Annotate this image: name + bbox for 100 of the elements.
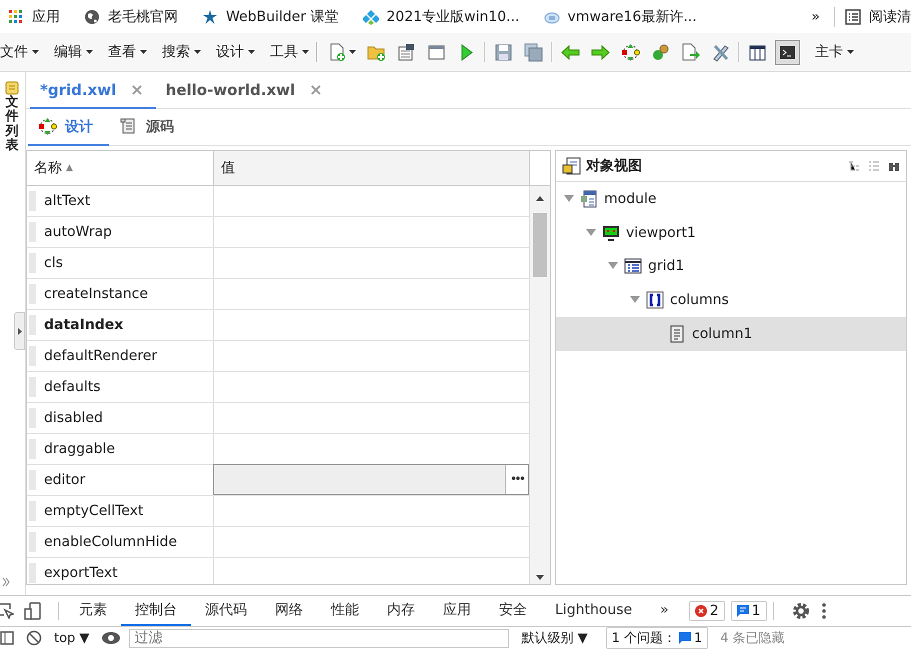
design-nodes-icon[interactable]: [621, 42, 640, 62]
properties-icon[interactable]: [397, 42, 416, 62]
scrollbar-thumb[interactable]: [533, 213, 547, 277]
devtools-tab[interactable]: 性能: [317, 596, 373, 626]
caret-icon[interactable]: [349, 50, 356, 54]
caret-icon: [32, 50, 39, 54]
export-icon[interactable]: [681, 42, 700, 62]
file-tab[interactable]: hello-world.xwl ×: [156, 72, 335, 109]
clear-icon[interactable]: [26, 630, 42, 646]
design-nodes-icon: [38, 117, 57, 136]
property-name-cell[interactable]: defaultRenderer: [44, 348, 158, 364]
tree-node[interactable]: columns: [556, 283, 906, 318]
bookmark-link[interactable]: vmware16最新许...: [544, 8, 697, 26]
errors-badge[interactable]: 2: [688, 601, 725, 621]
left-arrow-icon[interactable]: [561, 42, 580, 62]
devtools-tab[interactable]: 控制台: [121, 596, 191, 626]
view-tab[interactable]: 设计: [28, 109, 109, 146]
expanded-caret-icon[interactable]: [630, 296, 640, 304]
property-value-field[interactable]: •••: [213, 464, 529, 495]
save-icon[interactable]: [494, 42, 513, 62]
property-name-cell[interactable]: editor: [44, 472, 86, 488]
sidebar-icon[interactable]: [0, 631, 14, 645]
messages-badge[interactable]: 1: [730, 601, 767, 621]
monitor-icon: [602, 224, 620, 242]
list-icon[interactable]: [868, 160, 880, 172]
property-name-cell[interactable]: dataIndex: [44, 317, 124, 333]
tree-view-icon[interactable]: [848, 160, 860, 172]
window-icon[interactable]: [427, 42, 446, 62]
more-options-icon[interactable]: [822, 603, 826, 619]
asterisk-icon: [202, 8, 218, 24]
caret-icon: [248, 50, 255, 54]
property-name-cell[interactable]: createInstance: [44, 286, 148, 302]
collapse-handle[interactable]: [14, 312, 25, 350]
bookmark-link[interactable]: 老毛桃官网: [84, 8, 178, 26]
caret-icon: [86, 50, 93, 54]
column-header[interactable]: 值: [214, 151, 530, 185]
property-name-cell[interactable]: emptyCellText: [44, 503, 144, 519]
bookmark-link[interactable]: 应用: [8, 8, 60, 26]
expanded-caret-icon[interactable]: [586, 228, 596, 237]
bookmark-link[interactable]: WebBuilder 课堂: [202, 8, 338, 26]
expanded-caret-icon[interactable]: [564, 194, 574, 203]
globe-icon: [84, 8, 100, 24]
devtools-tab[interactable]: Lighthouse: [541, 596, 646, 626]
property-name-cell[interactable]: cls: [44, 255, 63, 271]
tree-node[interactable]: column1: [556, 317, 906, 351]
list-icon: [845, 8, 861, 24]
property-name-cell[interactable]: disabled: [44, 410, 103, 426]
property-name-cell[interactable]: enableColumnHide: [44, 534, 177, 550]
inspect-icon[interactable]: [0, 603, 14, 619]
menu-button[interactable]: 搜索: [162, 43, 201, 61]
property-name-cell[interactable]: defaults: [44, 379, 101, 395]
issues-button[interactable]: 1 个问题： 1: [606, 627, 708, 649]
filter-field[interactable]: 过滤: [129, 628, 510, 648]
save-all-icon[interactable]: [524, 42, 543, 62]
new-file-icon[interactable]: [328, 42, 347, 62]
expanded-caret-icon[interactable]: [608, 262, 618, 270]
property-name-cell[interactable]: autoWrap: [44, 224, 112, 240]
ellipsis-button[interactable]: •••: [505, 465, 528, 494]
panel-title: 对象视图: [586, 157, 642, 175]
tree-node[interactable]: grid1: [556, 250, 906, 284]
menu-button[interactable]: 主卡: [815, 43, 854, 61]
property-name-cell[interactable]: altText: [44, 193, 90, 209]
tree-node[interactable]: viewport1: [556, 216, 906, 250]
property-name-cell[interactable]: draggable: [44, 441, 115, 457]
hidden-count: 4 条已隐藏: [720, 630, 785, 647]
view-tab[interactable]: 源码: [109, 109, 190, 146]
error-icon: [694, 605, 707, 617]
devtools-tab[interactable]: 网络: [261, 596, 317, 626]
menu-button[interactable]: 工具: [270, 43, 309, 61]
more-tabs-button[interactable]: »: [646, 596, 683, 626]
devtools-tab[interactable]: 元素: [65, 596, 121, 626]
eye-icon[interactable]: [101, 630, 122, 646]
bookmark-link[interactable]: 2021专业版win10...: [362, 8, 520, 26]
scroll-up-icon[interactable]: [536, 196, 544, 201]
caret-icon: [140, 50, 147, 54]
settings-icon[interactable]: [792, 602, 810, 620]
right-arrow-icon[interactable]: [591, 42, 610, 62]
reading-list-button[interactable]: 阅读清: [845, 8, 911, 26]
menu-button[interactable]: 编辑: [54, 43, 93, 61]
context-dropdown[interactable]: top ▼: [54, 630, 90, 646]
devtools-tab[interactable]: 安全: [485, 596, 541, 626]
devtools-tab[interactable]: 内存: [373, 596, 429, 626]
menu-button[interactable]: 设计: [216, 43, 255, 61]
row-handle[interactable]: [29, 563, 36, 583]
expand-icon[interactable]: [2, 577, 10, 587]
menu-button[interactable]: 文件: [0, 43, 39, 61]
tree-node[interactable]: module: [556, 182, 906, 216]
file-tab[interactable]: *grid.xwl ×: [30, 72, 156, 109]
more-bookmarks-button[interactable]: »: [811, 8, 820, 24]
devtools-tab[interactable]: 源代码: [191, 596, 261, 626]
level-dropdown[interactable]: 默认级别 ▼: [521, 629, 588, 647]
menu-button[interactable]: 查看: [108, 43, 147, 61]
devtools-tab[interactable]: 应用: [429, 596, 485, 626]
scroll-down-icon[interactable]: [536, 575, 544, 580]
property-name-cell[interactable]: exportText: [44, 565, 118, 581]
layout-icon[interactable]: [748, 42, 767, 62]
terminal-button[interactable]: [775, 40, 800, 64]
side-tab[interactable]: 文件列表: [6, 96, 18, 154]
device-icon[interactable]: [24, 602, 42, 620]
brackets-icon: [646, 291, 664, 310]
